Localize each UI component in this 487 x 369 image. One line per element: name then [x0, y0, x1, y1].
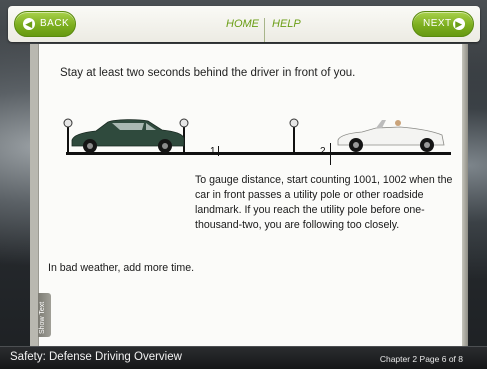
road-line — [66, 152, 451, 155]
distance-marker-2: 2 — [320, 146, 326, 157]
distance-marker-1: 1 — [210, 146, 216, 157]
home-link[interactable]: HOME — [226, 18, 259, 30]
white-convertible — [337, 120, 445, 152]
link-divider — [264, 18, 265, 42]
utility-pole-left — [63, 118, 73, 153]
footer-bar: Safety: Defense Driving Overview Chapter… — [0, 346, 487, 369]
next-button[interactable]: NEXT ▶ — [412, 11, 474, 37]
right-arrow-icon: ▶ — [453, 18, 465, 30]
gauge-distance-instruction: To gauge distance, start counting 1001, … — [195, 174, 453, 231]
marker-tick-1 — [218, 146, 219, 156]
help-link[interactable]: HELP — [272, 18, 301, 30]
course-title: Safety: Defense Driving Overview — [10, 351, 182, 363]
page-indicator: Chapter 2 Page 6 of 8 — [379, 354, 463, 364]
content-panel-edge — [462, 44, 468, 346]
top-navigation-bar: ◀ BACK HOME HELP NEXT ▶ — [8, 6, 480, 42]
lesson-headline: Stay at least two seconds behind the dri… — [60, 67, 356, 79]
bad-weather-note: In bad weather, add more time. — [48, 262, 195, 274]
dark-green-sedan — [71, 119, 185, 153]
utility-pole-middle-right — [289, 118, 299, 153]
next-button-label: NEXT — [423, 18, 452, 29]
back-button-label: BACK — [40, 18, 70, 29]
show-text-label: Show Text — [39, 301, 46, 334]
marker-tick-2 — [330, 143, 331, 165]
back-button[interactable]: ◀ BACK — [14, 11, 76, 37]
show-text-tab[interactable]: Show Text — [38, 293, 51, 337]
following-distance-diagram: 1 2 — [63, 118, 451, 165]
left-arrow-icon: ◀ — [23, 18, 35, 30]
